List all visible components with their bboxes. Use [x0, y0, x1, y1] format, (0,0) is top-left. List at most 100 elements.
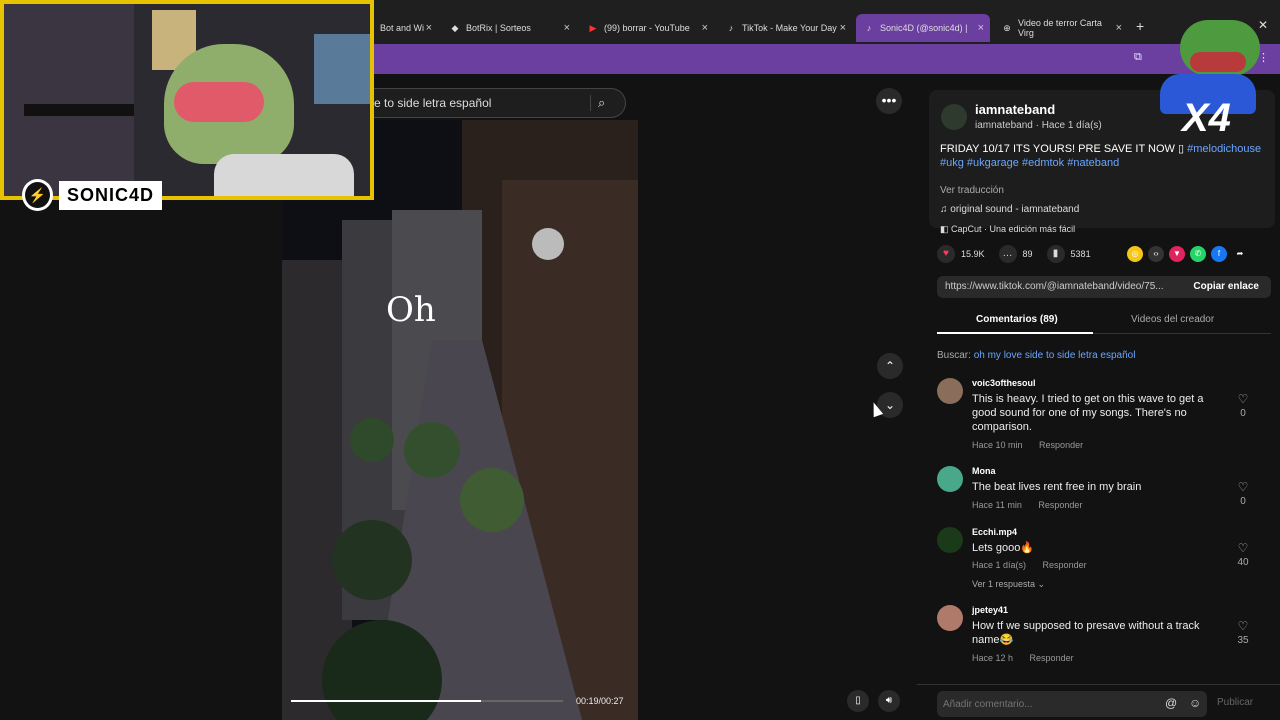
heart-outline-icon[interactable]: ♡ — [1235, 392, 1251, 406]
coin-icon[interactable]: ◎ — [1127, 246, 1143, 262]
post-description: FRIDAY 10/17 ITS YOURS! PRE SAVE IT NOW … — [940, 142, 1270, 170]
comment-text: Lets gooo🔥 — [972, 542, 1035, 554]
close-icon[interactable]: × — [840, 22, 846, 34]
avatar[interactable] — [937, 466, 963, 492]
comment-icon[interactable]: … — [998, 245, 1017, 263]
close-icon[interactable]: × — [978, 22, 984, 34]
comment-field: @ ☺ — [937, 691, 1207, 717]
avatar[interactable] — [937, 605, 963, 631]
share-icon[interactable]: ➦ — [1232, 246, 1248, 262]
capcut-text: CapCut · Una edición más fácil — [951, 224, 1076, 234]
tab-creator-videos[interactable]: Videos del creador — [1131, 314, 1214, 325]
heart-icon[interactable]: ♥ — [937, 245, 955, 263]
copy-link-button[interactable]: Copiar enlace — [1187, 276, 1265, 298]
comment-meta: Hace 10 min Responder — [972, 440, 1097, 450]
mention-icon[interactable]: @ — [1165, 696, 1177, 710]
author-avatar[interactable] — [941, 104, 967, 130]
tab-sonic4d[interactable]: ♪ Sonic4D (@sonic4d) | × — [856, 14, 990, 42]
see-translation-link[interactable]: Ver traducción — [940, 185, 1004, 196]
author-name[interactable]: iamnateband — [975, 102, 1055, 117]
reply-button[interactable]: Responder — [1030, 653, 1074, 663]
hashtag[interactable]: #ukg — [940, 157, 964, 169]
video-progress-bar[interactable] — [291, 700, 563, 702]
globe-icon: ⊕ — [1003, 23, 1011, 33]
emoji-icon[interactable]: ☺ — [1189, 696, 1201, 710]
cast-icon[interactable]: ⧉ — [1134, 51, 1142, 64]
avatar[interactable] — [937, 527, 963, 553]
streamer-brand: ⚡ SONIC4D — [22, 178, 162, 212]
webcam-background — [4, 4, 134, 196]
heart-outline-icon[interactable]: ♡ — [1235, 619, 1251, 633]
hashtag[interactable]: #ukgarage — [967, 157, 1019, 169]
video-player[interactable]: Oh — [282, 120, 638, 720]
save-count: 5381 — [1070, 249, 1091, 259]
active-tab-indicator — [937, 332, 1093, 334]
send-icon[interactable]: ▼ — [1169, 246, 1185, 262]
streamer-logo-icon: ⚡ — [22, 179, 53, 211]
tab-bot[interactable]: Bot and Wi × — [372, 14, 438, 42]
reply-button[interactable]: Responder — [1043, 560, 1087, 570]
botrix-icon: ◆ — [451, 23, 459, 33]
volume-button[interactable]: 🔊︎ — [878, 690, 900, 712]
webcam-overlay — [0, 0, 374, 200]
more-options-button[interactable]: ••• — [876, 88, 902, 114]
close-icon[interactable]: × — [702, 22, 708, 34]
heart-outline-icon[interactable]: ♡ — [1235, 541, 1251, 555]
pepe-emote: X4 — [1160, 20, 1260, 140]
embed-icon[interactable]: ‹› — [1148, 246, 1164, 262]
comment-username[interactable]: Mona — [972, 466, 996, 476]
tab-title: TikTok - Make Your Day — [742, 23, 837, 33]
search-bar: ⌕ — [370, 88, 626, 118]
tab-title: BotRix | Sorteos — [466, 23, 531, 33]
search-input[interactable] — [370, 89, 588, 117]
streamer-goggles — [174, 82, 264, 122]
reply-button[interactable]: Responder — [1038, 500, 1082, 510]
tiktok-icon: ♪ — [866, 23, 872, 33]
post-description-text: FRIDAY 10/17 ITS YOURS! PRE SAVE IT NOW … — [940, 143, 1188, 155]
new-tab-button[interactable]: + — [1136, 18, 1144, 34]
comment-like-count: 35 — [1237, 635, 1249, 646]
tab-youtube[interactable]: ▶ (99) borrar - YouTube × — [580, 14, 714, 42]
sound-link[interactable]: ♫ original sound - iamnateband — [940, 204, 1079, 215]
close-icon[interactable]: × — [1116, 22, 1122, 34]
post-comment-button[interactable]: Publicar — [1217, 697, 1253, 708]
comment-like-count: 0 — [1240, 496, 1246, 507]
video-timecode: 00:19/00:27 — [576, 696, 624, 706]
pip-button[interactable]: ▯ — [847, 690, 869, 712]
view-replies-button[interactable]: Ver 1 respuesta ⌄ — [972, 579, 1045, 590]
youtube-icon: ▶ — [589, 23, 597, 33]
tab-video-terror[interactable]: ⊕ Video de terror Carta Virg × — [994, 14, 1128, 42]
hashtag[interactable]: #nateband — [1067, 157, 1119, 169]
capcut-link[interactable]: ◧ CapCut · Una edición más fácil — [940, 224, 1075, 235]
heart-outline-icon[interactable]: ♡ — [1235, 480, 1251, 494]
music-note-icon: ♫ — [940, 204, 951, 215]
emote-multiplier: X4 — [1182, 96, 1231, 140]
tab-tiktok-home[interactable]: ♪ TikTok - Make Your Day × — [718, 14, 852, 42]
whatsapp-icon[interactable]: ✆ — [1190, 246, 1206, 262]
comment-time: Hace 1 día(s) — [972, 560, 1027, 570]
bookmark-icon[interactable]: ▮ — [1046, 245, 1065, 263]
facebook-icon[interactable]: f — [1211, 246, 1227, 262]
previous-video-button[interactable]: ⌃ — [877, 353, 903, 379]
close-icon[interactable]: × — [564, 22, 570, 34]
like-count: 15.9K — [961, 249, 985, 259]
comment-item: Ecchi.mp4 Lets gooo🔥 Hace 1 día(s) Respo… — [937, 527, 1267, 601]
comment-input[interactable] — [943, 695, 1153, 713]
hashtag[interactable]: #melodichouse — [1187, 143, 1261, 155]
comment-username[interactable]: voic3ofthesoul — [972, 378, 1036, 388]
comment-username[interactable]: jpetey41 — [972, 605, 1008, 615]
video-progress-fill — [291, 700, 482, 702]
close-icon[interactable]: × — [426, 22, 432, 34]
share-link-box: https://www.tiktok.com/@iamnateband/vide… — [937, 276, 1271, 298]
comment-meta: Hace 1 día(s) Responder — [972, 560, 1101, 570]
reply-button[interactable]: Responder — [1039, 440, 1083, 450]
comment-text: How tf we supposed to presave without a … — [972, 620, 1200, 646]
tab-comments[interactable]: Comentarios (89) — [976, 314, 1058, 325]
avatar[interactable] — [937, 378, 963, 404]
comment-username[interactable]: Ecchi.mp4 — [972, 527, 1017, 537]
search-icon[interactable]: ⌕ — [598, 95, 605, 111]
hashtag[interactable]: #edmtok — [1022, 157, 1064, 169]
streamer-body — [214, 154, 354, 196]
related-search[interactable]: Buscar: oh my love side to side letra es… — [937, 350, 1135, 361]
tab-botrix[interactable]: ◆ BotRix | Sorteos × — [442, 14, 576, 42]
